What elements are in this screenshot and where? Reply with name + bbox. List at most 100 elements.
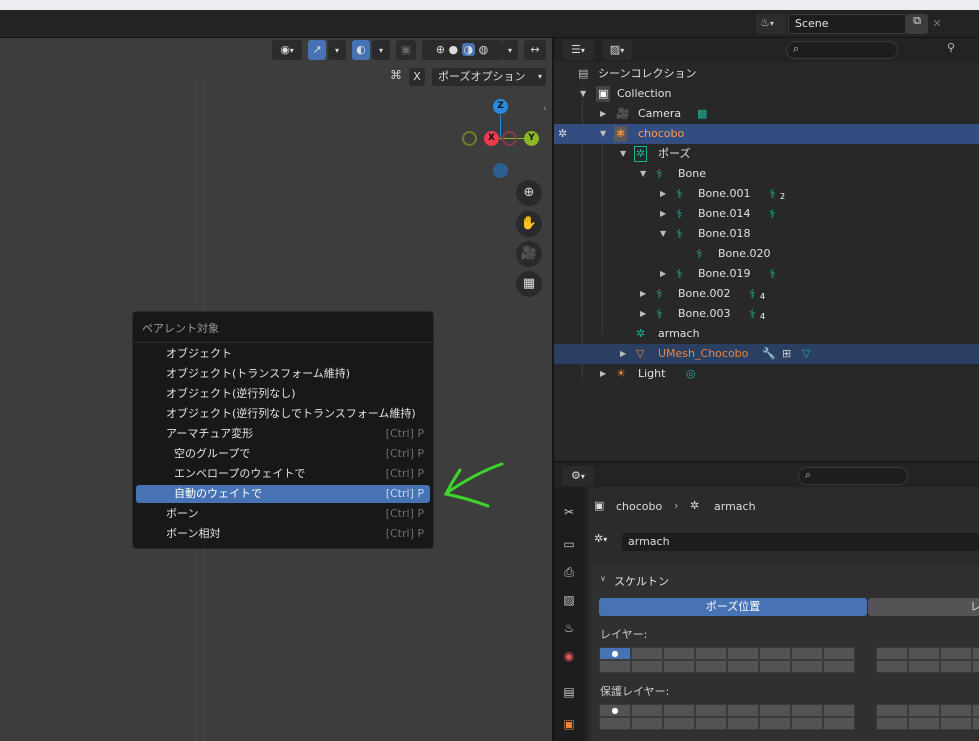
- scene-selector[interactable]: ♨▾: [756, 14, 786, 34]
- grid-perspective-icon[interactable]: ▦: [516, 271, 542, 297]
- tool-tab-icon[interactable]: ✂: [560, 505, 578, 523]
- expand-triangle-icon[interactable]: ▼: [580, 84, 586, 104]
- layer-toggle[interactable]: [823, 660, 855, 673]
- outliner-row[interactable]: ▼ ✲ ポーズ: [554, 144, 979, 164]
- layer-toggle[interactable]: [791, 717, 823, 730]
- outliner-row[interactable]: ▼ ▣ Collection: [554, 84, 979, 104]
- outliner-row[interactable]: ✲ armach: [554, 324, 979, 344]
- layer-toggle[interactable]: [908, 647, 940, 660]
- sidebar-toggle-button[interactable]: ↔: [524, 40, 546, 60]
- menu-item-object-no-inverse-keep-transform[interactable]: オブジェクト(逆行列なしでトランスフォーム維持): [136, 405, 430, 423]
- layer-toggle[interactable]: [759, 660, 791, 673]
- layer-toggle[interactable]: [759, 717, 791, 730]
- layer-toggle-active[interactable]: ●: [599, 647, 631, 660]
- menu-item-object-keep-transform[interactable]: オブジェクト(トランスフォーム維持): [136, 365, 430, 383]
- menu-item-automatic-weights[interactable]: 自動のウェイトで [Ctrl] P: [136, 485, 430, 503]
- layer-toggle[interactable]: [695, 717, 727, 730]
- pose-position-button[interactable]: ポーズ位置: [599, 598, 867, 616]
- camera-view-icon[interactable]: 🎥: [516, 241, 542, 267]
- protected-layers-grid[interactable]: ●: [599, 704, 857, 732]
- outliner-search-input[interactable]: ⌕: [786, 41, 898, 59]
- pose-options-dropdown[interactable]: ポーズオプション ▾: [432, 68, 546, 86]
- overlay-toggle-button[interactable]: ◐: [352, 40, 370, 60]
- vertex-groups-icon[interactable]: ⊞: [782, 344, 791, 364]
- filter-icon[interactable]: ⚲: [947, 41, 967, 59]
- layer-toggle[interactable]: [876, 660, 908, 673]
- object-tab-icon[interactable]: ▣: [560, 717, 578, 735]
- menu-item-empty-groups[interactable]: 空のグループで [Ctrl] P: [136, 445, 430, 463]
- armature-name-field[interactable]: armach: [622, 533, 979, 551]
- gizmo-y-axis[interactable]: Y: [524, 131, 539, 146]
- outliner-row[interactable]: ▶ ⚕ Bone.002 ⚕ 4: [554, 284, 979, 304]
- outliner-row[interactable]: ▼ ⚕ Bone: [554, 164, 979, 184]
- properties-search-input[interactable]: ⌕: [798, 467, 908, 485]
- layer-toggle[interactable]: [876, 647, 908, 660]
- layer-toggle[interactable]: [972, 647, 979, 660]
- camera-data-icon[interactable]: ▩: [697, 104, 707, 124]
- modifier-wrench-icon[interactable]: 🔧: [762, 344, 776, 364]
- gizmo-neg-y-axis[interactable]: [462, 131, 477, 146]
- layer-toggle[interactable]: [631, 647, 663, 660]
- output-tab-icon[interactable]: ⎙: [560, 565, 578, 583]
- expand-triangle-icon[interactable]: ▼: [640, 164, 646, 184]
- layer-toggle[interactable]: [599, 717, 631, 730]
- layer-toggle[interactable]: [727, 647, 759, 660]
- mesh-data-icon[interactable]: ▽: [802, 344, 810, 364]
- layer-toggle[interactable]: [791, 660, 823, 673]
- layer-toggle[interactable]: [908, 704, 940, 717]
- layer-toggle[interactable]: [940, 647, 972, 660]
- layer-toggle[interactable]: [791, 647, 823, 660]
- gizmo-x-axis[interactable]: X: [484, 131, 499, 146]
- outliner-row-selected[interactable]: ✲ ▼ ✱ chocobo: [554, 124, 979, 144]
- layer-toggle[interactable]: [663, 704, 695, 717]
- butterfly-mirror-icon[interactable]: ⌘: [390, 68, 406, 86]
- display-mode-dropdown[interactable]: ☰▾: [562, 40, 594, 60]
- material-shading-icon[interactable]: ◑: [461, 43, 476, 56]
- protected-layers-grid-right[interactable]: [876, 704, 979, 732]
- menu-item-envelope-weights[interactable]: エンベロープのウェイトで [Ctrl] P: [136, 465, 430, 483]
- collapse-triangle-icon[interactable]: ▶: [640, 284, 646, 304]
- outliner-row[interactable]: ⚕ Bone.020: [554, 244, 979, 264]
- collapse-triangle-icon[interactable]: ▶: [640, 304, 646, 324]
- rest-position-button[interactable]: レ: [868, 598, 979, 616]
- light-data-icon[interactable]: ◎: [686, 364, 696, 384]
- rendered-shading-icon[interactable]: ◍: [479, 43, 489, 56]
- collapse-triangle-icon[interactable]: ▶: [660, 184, 666, 204]
- xray-toggle-button[interactable]: ▣: [396, 40, 416, 60]
- x-mirror-toggle[interactable]: X: [409, 68, 425, 86]
- close-icon[interactable]: ✕: [930, 14, 944, 34]
- wireframe-shading-icon[interactable]: ⊕: [436, 43, 445, 56]
- collapse-triangle-icon[interactable]: ▶: [600, 364, 606, 384]
- scene-tab-icon[interactable]: ♨: [560, 621, 578, 639]
- layer-toggle[interactable]: [727, 717, 759, 730]
- gizmo-neg-x-axis[interactable]: [502, 131, 517, 146]
- layers-grid[interactable]: ●: [599, 647, 857, 675]
- chevron-down-icon[interactable]: ∨: [600, 574, 606, 583]
- gizmo-z-axis[interactable]: Z: [493, 99, 508, 114]
- layer-toggle[interactable]: [695, 647, 727, 660]
- expand-triangle-icon[interactable]: ▼: [600, 124, 606, 144]
- collapse-triangle-icon[interactable]: ▶: [660, 204, 666, 224]
- expand-triangle-icon[interactable]: ▼: [620, 144, 626, 164]
- collapse-triangle-icon[interactable]: ▶: [660, 264, 666, 284]
- overlay-dropdown[interactable]: ▾: [372, 40, 390, 60]
- outliner-row[interactable]: ▶ ▽ UMesh_Chocobo 🔧 ⊞ ▽: [554, 344, 979, 364]
- layer-toggle[interactable]: [695, 704, 727, 717]
- gizmo-dropdown[interactable]: ▾: [328, 40, 346, 60]
- layer-toggle[interactable]: [972, 660, 979, 673]
- outliner-row[interactable]: ▶ ⚕ Bone.014 ⚕: [554, 204, 979, 224]
- shading-dropdown[interactable]: ▾: [502, 40, 518, 60]
- menu-item-object-no-inverse[interactable]: オブジェクト(逆行列なし): [136, 385, 430, 403]
- layer-toggle[interactable]: [727, 704, 759, 717]
- filter-dropdown[interactable]: ▨▾: [602, 40, 632, 60]
- outliner-row[interactable]: ▤ シーンコレクション: [554, 64, 979, 84]
- layer-toggle[interactable]: [631, 717, 663, 730]
- layer-toggle[interactable]: [908, 660, 940, 673]
- outliner-row[interactable]: ▶ 🎥 Camera ▩: [554, 104, 979, 124]
- layer-toggle[interactable]: [940, 704, 972, 717]
- layer-toggle[interactable]: [876, 704, 908, 717]
- menu-item-bone-relative[interactable]: ボーン相対 [Ctrl] P: [136, 525, 430, 543]
- view-layer-tab-icon[interactable]: ▨: [560, 593, 578, 611]
- menu-item-bone[interactable]: ボーン [Ctrl] P: [136, 505, 430, 523]
- layer-toggle[interactable]: [759, 704, 791, 717]
